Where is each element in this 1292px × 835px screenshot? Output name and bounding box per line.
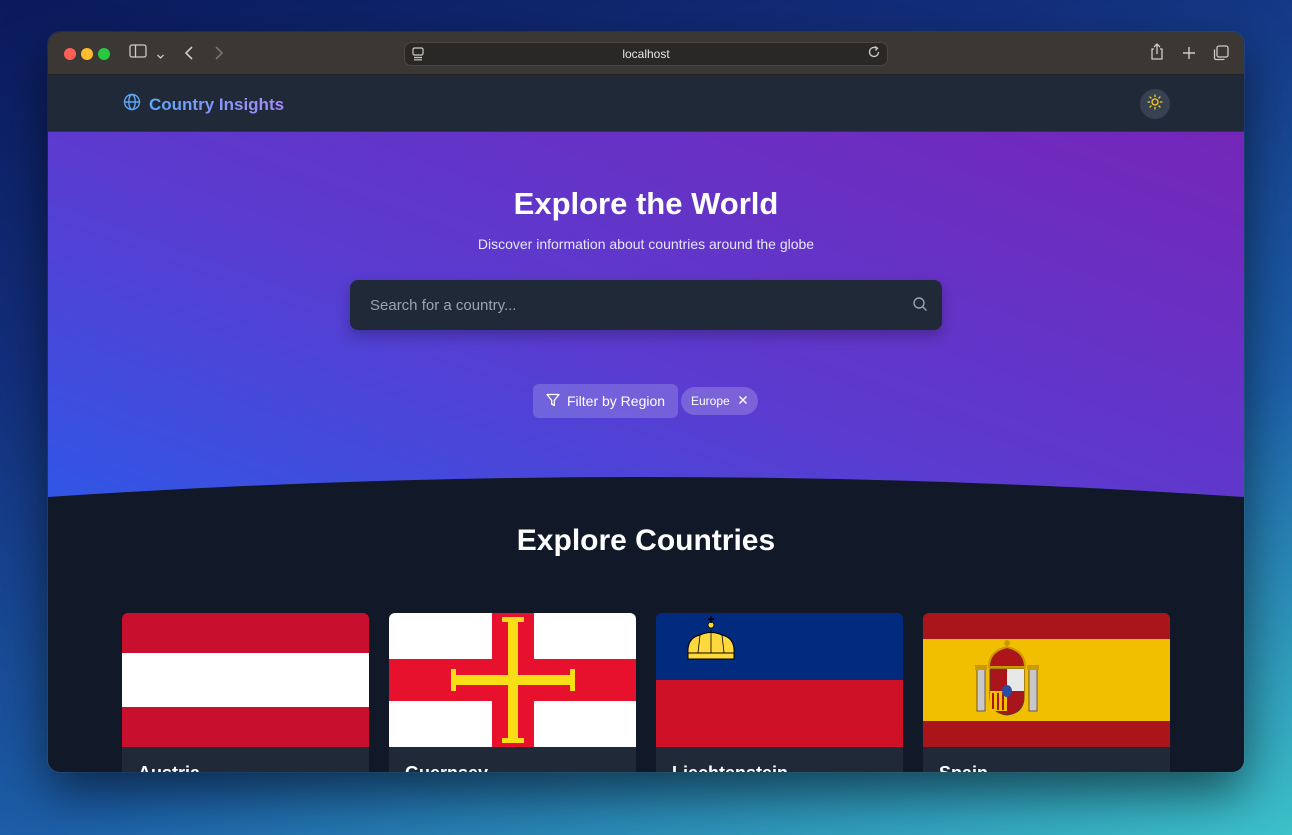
app-navbar: Country Insights: [48, 75, 1244, 132]
zoom-window-button[interactable]: [98, 48, 110, 60]
section-title: Explore Countries: [516, 524, 776, 557]
share-icon[interactable]: [1150, 43, 1164, 66]
liechtenstein-flag-icon: [656, 613, 903, 747]
brand-link[interactable]: Country Insights: [123, 93, 284, 116]
country-name: Spain: [939, 763, 988, 772]
browser-window: localhost Country Insights Explore the W…: [48, 32, 1244, 772]
minimize-window-button[interactable]: [81, 48, 93, 60]
globe-icon: [123, 93, 141, 116]
back-icon[interactable]: [184, 45, 194, 66]
reload-icon[interactable]: [867, 45, 881, 62]
forward-icon[interactable]: [214, 45, 224, 66]
search-box: [350, 280, 942, 330]
hero-curve-divider: [48, 477, 1244, 512]
country-card[interactable]: Liechtenstein: [656, 613, 903, 772]
active-filter-chip: Europe: [681, 387, 758, 415]
search-input[interactable]: [350, 280, 942, 330]
spain-flag-icon: [923, 613, 1170, 747]
address-bar[interactable]: localhost: [404, 42, 888, 66]
active-filter-label: Europe: [691, 394, 730, 408]
sun-icon: [1147, 93, 1163, 115]
filter-icon: [546, 393, 560, 410]
hero-subtitle: Discover information about countries aro…: [477, 236, 815, 252]
country-card[interactable]: Spain: [923, 613, 1170, 772]
country-grid: Austria Guernsey: [122, 613, 1170, 772]
chevron-down-icon[interactable]: [156, 46, 165, 66]
search-icon[interactable]: [912, 296, 928, 317]
brand-title: Country Insights: [149, 94, 285, 114]
new-tab-icon[interactable]: [1182, 45, 1196, 65]
filter-by-region-label: Filter by Region: [567, 393, 666, 409]
close-icon[interactable]: [738, 394, 748, 408]
tab-overview-icon[interactable]: [1213, 45, 1229, 66]
address-url: localhost: [622, 47, 670, 61]
hero-title: Explore the World: [513, 186, 779, 221]
country-name: Guernsey: [405, 763, 488, 772]
sidebar-toggle-icon[interactable]: [129, 43, 147, 63]
browser-toolbar: localhost: [48, 32, 1244, 75]
country-name: Liechtenstein: [672, 763, 788, 772]
country-card[interactable]: Austria: [122, 613, 369, 772]
austria-flag-icon: [122, 613, 369, 747]
guernsey-flag-icon: [389, 613, 636, 747]
country-card[interactable]: Guernsey: [389, 613, 636, 772]
country-name: Austria: [138, 763, 200, 772]
filter-by-region-button[interactable]: Filter by Region: [533, 384, 679, 418]
hero-section: Explore the World Discover information a…: [48, 132, 1244, 512]
close-window-button[interactable]: [64, 48, 76, 60]
theme-toggle-button[interactable]: [1140, 89, 1170, 119]
